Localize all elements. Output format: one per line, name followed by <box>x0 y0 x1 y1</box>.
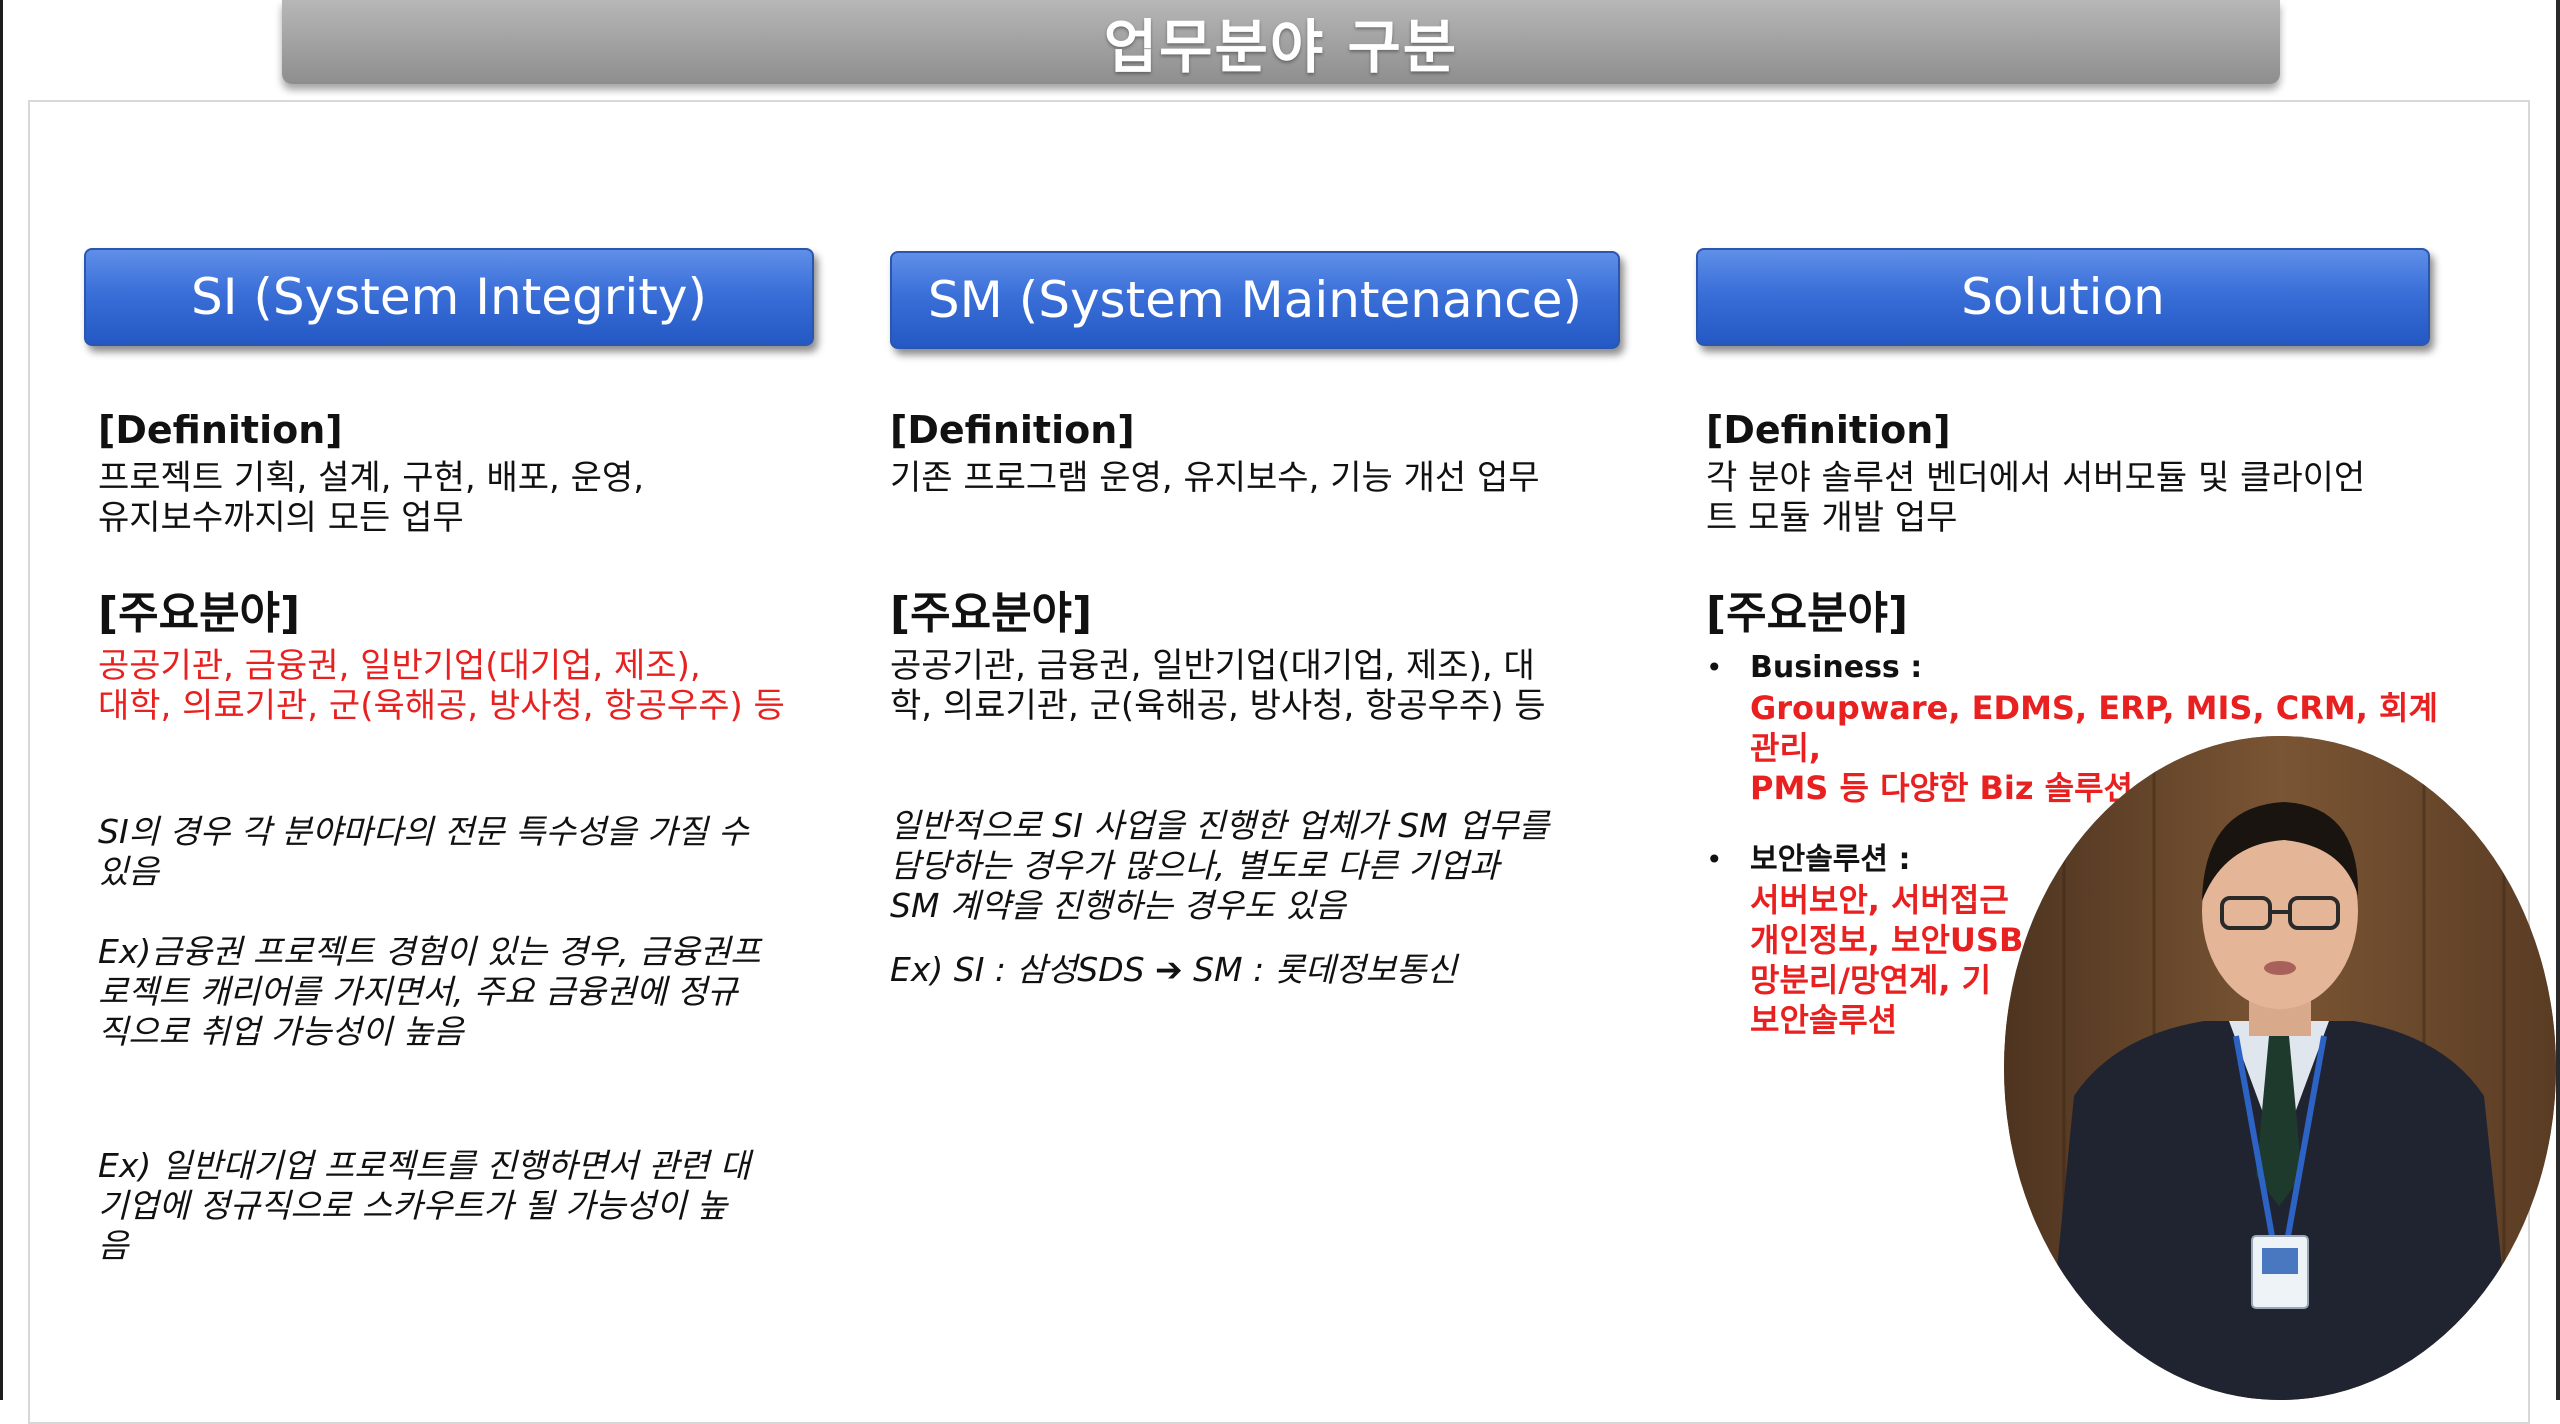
si-note-line: 직으로 취업 가능성이 높음 <box>98 1012 464 1051</box>
si-note-line: Ex)금융권 프로젝트 경험이 있는 경우, 금융권프 <box>98 932 761 971</box>
presenter-video-icon <box>2004 736 2556 1400</box>
solution-header: Solution <box>1696 248 2430 346</box>
si-definition-heading: [Definition] <box>98 408 343 452</box>
sm-areas-line: 학, 의료기관, 군(육해공, 방사청, 항공우주) 등 <box>890 686 1546 726</box>
sm-header: SM (System Maintenance) <box>890 251 1620 349</box>
si-note-line: Ex) 일반대기업 프로젝트를 진행하면서 관련 대 <box>98 1146 751 1185</box>
sm-note-line: SM 계약을 진행하는 경우도 있음 <box>890 886 1346 925</box>
si-areas-heading: [주요분야] <box>98 588 301 639</box>
sm-note-example: Ex) SI : 삼성SDS ➔ SM : 롯데정보통신 <box>890 950 1650 990</box>
slide-frame: 업무분야 구분 SI (System Integrity) SM (System… <box>0 0 2560 1424</box>
title-bar: 업무분야 구분 <box>282 0 2280 84</box>
bullet-icon: • <box>1706 651 1723 684</box>
left-border <box>0 0 3 1400</box>
si-header-label: SI (System Integrity) <box>191 268 707 326</box>
solution-areas-heading: [주요분야] <box>1706 588 1909 639</box>
si-definition-line: 프로젝트 기획, 설계, 구현, 배포, 운영, <box>98 458 644 498</box>
si-header: SI (System Integrity) <box>84 248 814 346</box>
solution-definition-line: 트 모듈 개발 업무 <box>1706 498 1958 538</box>
si-note-line: 로젝트 캐리어를 가지면서, 주요 금융권에 정규 <box>98 972 738 1011</box>
sm-areas-text: 공공기관, 금융권, 일반기업(대기업, 제조), 대 학, 의료기관, 군(육… <box>890 646 1650 726</box>
si-note-line: 있음 <box>98 852 159 891</box>
si-areas-line: 대학, 의료기관, 군(육해공, 방사청, 항공우주) 등 <box>98 686 785 726</box>
sm-definition-text: 기존 프로그램 운영, 유지보수, 기능 개선 업무 <box>890 458 1650 498</box>
sm-areas-line: 공공기관, 금융권, 일반기업(대기업, 제조), 대 <box>890 646 1535 686</box>
si-note-line: 음 <box>98 1226 129 1265</box>
solution-header-label: Solution <box>1961 268 2165 326</box>
si-definition-line: 유지보수까지의 모든 업무 <box>98 498 464 538</box>
sm-note-line: 일반적으로 SI 사업을 진행한 업체가 SM 업무를 <box>890 806 1550 845</box>
sm-note-line: Ex) SI : 삼성SDS ➔ SM : 롯데정보통신 <box>890 950 1457 989</box>
sm-note-line: 담당하는 경우가 많으나, 별도로 다른 기업과 <box>890 846 1500 885</box>
si-note-finance-example: Ex)금융권 프로젝트 경험이 있는 경우, 금융권프 로젝트 캐리어를 가지면… <box>98 932 858 1052</box>
security-label: 보안솔루션 : <box>1750 842 1911 877</box>
si-note-line: SI의 경우 각 분야마다의 전문 특수성을 가질 수 <box>98 812 749 851</box>
sm-definition-line: 기존 프로그램 운영, 유지보수, 기능 개선 업무 <box>890 458 1540 498</box>
si-areas-line: 공공기관, 금융권, 일반기업(대기업, 제조), <box>98 646 701 686</box>
si-definition-text: 프로젝트 기획, 설계, 구현, 배포, 운영, 유지보수까지의 모든 업무 <box>98 458 858 538</box>
si-column: [Definition] 프로젝트 기획, 설계, 구현, 배포, 운영, 유지… <box>98 408 858 1266</box>
business-label: Business : <box>1750 650 1923 685</box>
slide-title: 업무분야 구분 <box>1103 13 1459 81</box>
solution-definition-text: 각 분야 솔루션 벤더에서 서버모듈 및 클라이언 트 모듈 개발 업무 <box>1706 458 2446 538</box>
solution-bullet-business: • Business : <box>1706 648 2446 688</box>
sm-column: [Definition] 기존 프로그램 운영, 유지보수, 기능 개선 업무 … <box>890 408 1650 990</box>
sm-header-label: SM (System Maintenance) <box>927 271 1583 329</box>
si-note-line: 기업에 정규직으로 스카우트가 될 가능성이 높 <box>98 1186 728 1225</box>
si-note-specialty: SI의 경우 각 분야마다의 전문 특수성을 가질 수 있음 <box>98 812 858 892</box>
sm-definition-heading: [Definition] <box>890 408 1135 452</box>
presenter-video <box>2004 736 2556 1400</box>
solution-definition-heading: [Definition] <box>1706 408 1951 452</box>
bullet-icon: • <box>1706 843 1723 876</box>
si-areas-text: 공공기관, 금융권, 일반기업(대기업, 제조), 대학, 의료기관, 군(육해… <box>98 646 858 726</box>
sm-areas-heading: [주요분야] <box>890 588 1093 639</box>
solution-definition-line: 각 분야 솔루션 벤더에서 서버모듈 및 클라이언 <box>1706 458 2366 498</box>
si-note-enterprise-example: Ex) 일반대기업 프로젝트를 진행하면서 관련 대 기업에 정규직으로 스카우… <box>98 1146 858 1266</box>
right-border <box>2556 0 2560 1400</box>
sm-note-contract: 일반적으로 SI 사업을 진행한 업체가 SM 업무를 담당하는 경우가 많으나… <box>890 806 1650 926</box>
